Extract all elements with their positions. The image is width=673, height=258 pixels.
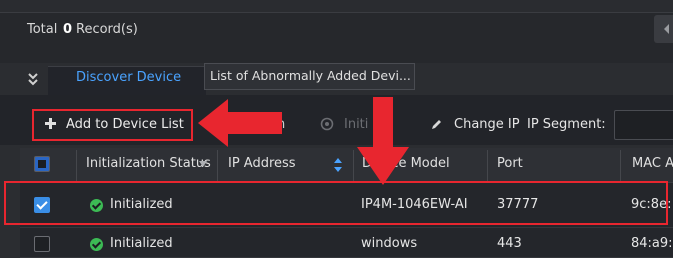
row-mac: 84:a9: — [631, 236, 673, 251]
plus-icon — [45, 118, 56, 129]
arrow-left-icon — [664, 24, 669, 34]
panel-toggle-button[interactable] — [654, 15, 673, 43]
collapse-chevrons-icon[interactable] — [27, 72, 39, 86]
column-divider — [620, 150, 621, 182]
row-port: 443 — [497, 236, 522, 251]
ip-segment-input[interactable] — [614, 110, 673, 140]
column-header-ip-address[interactable]: IP Address — [228, 156, 296, 171]
initialize-icon — [320, 117, 334, 131]
column-divider — [353, 150, 354, 182]
records-panel — [0, 13, 673, 63]
records-suffix: Record(s) — [76, 22, 138, 37]
column-header-mac-address[interactable]: MAC A — [632, 156, 673, 171]
ip-segment-label: IP Segment: — [527, 117, 606, 132]
annotation-arrow-left-icon — [198, 99, 282, 147]
column-header-port[interactable]: Port — [497, 156, 523, 171]
change-ip-button[interactable]: Change IP — [454, 117, 520, 132]
column-header-initialization-status[interactable]: Initialization Status — [86, 156, 211, 171]
annotation-arrow-down-icon — [357, 97, 409, 185]
add-to-device-list-label: Add to Device List — [66, 117, 184, 132]
total-count: 0 — [63, 22, 73, 37]
select-all-checkbox[interactable] — [34, 156, 50, 172]
top-strip — [0, 0, 673, 13]
column-divider — [76, 150, 77, 182]
row-device-model: windows — [361, 236, 418, 251]
tab-discover-device-label: Discover Device — [76, 70, 182, 85]
row-status: Initialized — [110, 236, 173, 251]
total-label: Total — [27, 22, 58, 37]
check-circle-icon — [90, 238, 103, 251]
tab-abnormal-devices-label: List of Abnormally Added Devi... — [210, 68, 411, 83]
column-divider — [487, 150, 488, 182]
column-divider — [217, 150, 218, 182]
sort-icon[interactable] — [333, 157, 343, 173]
row-checkbox[interactable] — [34, 236, 50, 252]
pencil-icon — [432, 120, 441, 129]
filter-icon[interactable] — [199, 161, 207, 167]
row-highlight-box — [4, 181, 668, 225]
